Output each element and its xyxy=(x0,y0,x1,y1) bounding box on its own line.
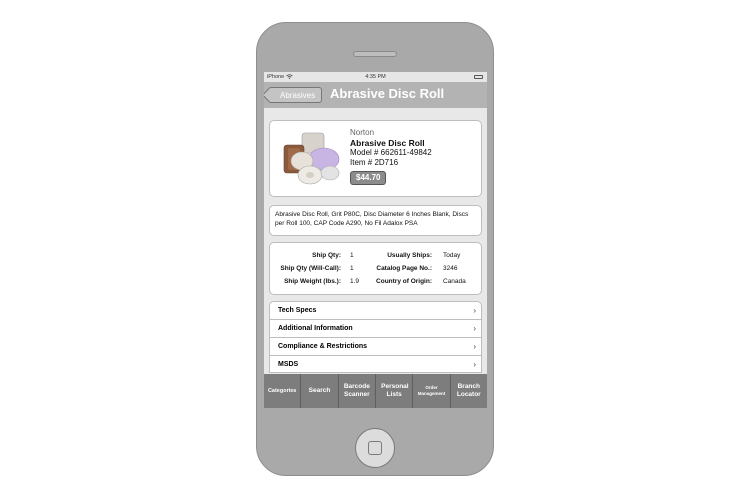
chevron-right-icon: › xyxy=(473,360,476,369)
shipping-row: Ship Qty: 1 Usually Ships: Today xyxy=(270,250,481,261)
tab-label: Personal Lists xyxy=(381,383,409,398)
section-compliance-restrictions[interactable]: Compliance & Restrictions › xyxy=(269,337,482,355)
usually-ships-value: Today xyxy=(443,252,461,259)
product-description: Abrasive Disc Roll, Grit P80C, Disc Diam… xyxy=(269,205,482,236)
speaker-grille xyxy=(353,51,397,57)
back-button-label: Abrasives xyxy=(280,91,316,100)
content-area: Norton Abrasive Disc Roll Model # 662611… xyxy=(264,108,487,374)
shipping-info-card: Ship Qty: 1 Usually Ships: Today Ship Qt… xyxy=(269,242,482,295)
home-button[interactable] xyxy=(355,428,395,468)
shipping-row: Ship Weight (lbs.): 1.9 Country of Origi… xyxy=(270,276,481,287)
product-item-number: Item # 2D716 xyxy=(350,158,399,167)
product-name: Abrasive Disc Roll xyxy=(350,138,425,148)
section-label: Compliance & Restrictions xyxy=(278,343,368,350)
ship-qty-will-call-label: Ship Qty (Will-Call): xyxy=(280,265,341,272)
price-badge[interactable]: $44.70 xyxy=(350,171,387,185)
tab-label: Barcode Scanner xyxy=(343,383,370,398)
tab-search[interactable]: Search xyxy=(301,374,339,408)
chevron-right-icon: › xyxy=(473,342,476,351)
country-of-origin-label: Country of Origin: xyxy=(376,278,432,285)
tab-personal-lists[interactable]: Personal Lists xyxy=(376,374,414,408)
status-bar: iPhone 4:35 PM xyxy=(264,72,487,82)
ship-qty-value: 1 xyxy=(350,252,354,259)
chevron-right-icon: › xyxy=(473,324,476,333)
tab-branch-locator[interactable]: Branch Locator xyxy=(451,374,487,408)
tab-order-management[interactable]: Order Management xyxy=(413,374,451,408)
section-label: Tech Specs xyxy=(278,307,317,314)
usually-ships-label: Usually Ships: xyxy=(387,252,432,259)
product-info: Norton Abrasive Disc Roll Model # 662611… xyxy=(350,128,432,185)
page-title: Abrasive Disc Roll xyxy=(330,86,445,101)
section-additional-information[interactable]: Additional Information › xyxy=(269,319,482,337)
phone-screen: iPhone 4:35 PM Abrasives Abrasive Disc R… xyxy=(264,72,487,408)
product-brand: Norton xyxy=(350,128,375,137)
product-card: Norton Abrasive Disc Roll Model # 662611… xyxy=(269,120,482,197)
ship-qty-label: Ship Qty: xyxy=(312,252,341,259)
section-label: Additional Information xyxy=(278,325,353,332)
detail-sections-list: Tech Specs › Additional Information › Co… xyxy=(269,301,482,373)
tab-label: Order Management xyxy=(417,385,446,396)
chevron-right-icon: › xyxy=(473,306,476,315)
tab-barcode-scanner[interactable]: Barcode Scanner xyxy=(339,374,376,408)
tab-label: Branch Locator xyxy=(456,383,481,398)
ship-weight-label: Ship Weight (lbs.): xyxy=(284,278,341,285)
shipping-row: Ship Qty (Will-Call): 1 Catalog Page No.… xyxy=(270,263,481,274)
country-of-origin-value: Canada xyxy=(443,278,466,285)
product-model: Model # 662611-49842 xyxy=(350,148,432,157)
back-button[interactable]: Abrasives xyxy=(268,87,323,103)
catalog-page-value: 3246 xyxy=(443,265,458,272)
ship-qty-will-call-value: 1 xyxy=(350,265,354,272)
ship-weight-value: 1.9 xyxy=(350,278,360,285)
status-time: 4:35 PM xyxy=(365,74,386,80)
tab-categories[interactable]: Categories xyxy=(264,374,302,408)
home-button-icon xyxy=(368,441,382,455)
catalog-page-label: Catalog Page No.: xyxy=(376,265,432,272)
product-image xyxy=(283,132,340,185)
navigation-bar: Abrasives Abrasive Disc Roll xyxy=(264,82,487,109)
section-label: MSDS xyxy=(278,361,299,368)
battery-icon xyxy=(474,74,483,79)
section-tech-specs[interactable]: Tech Specs › xyxy=(269,301,482,319)
bottom-tab-bar: Categories Search Barcode Scanner Person… xyxy=(264,374,487,408)
section-msds[interactable]: MSDS › xyxy=(269,355,482,373)
